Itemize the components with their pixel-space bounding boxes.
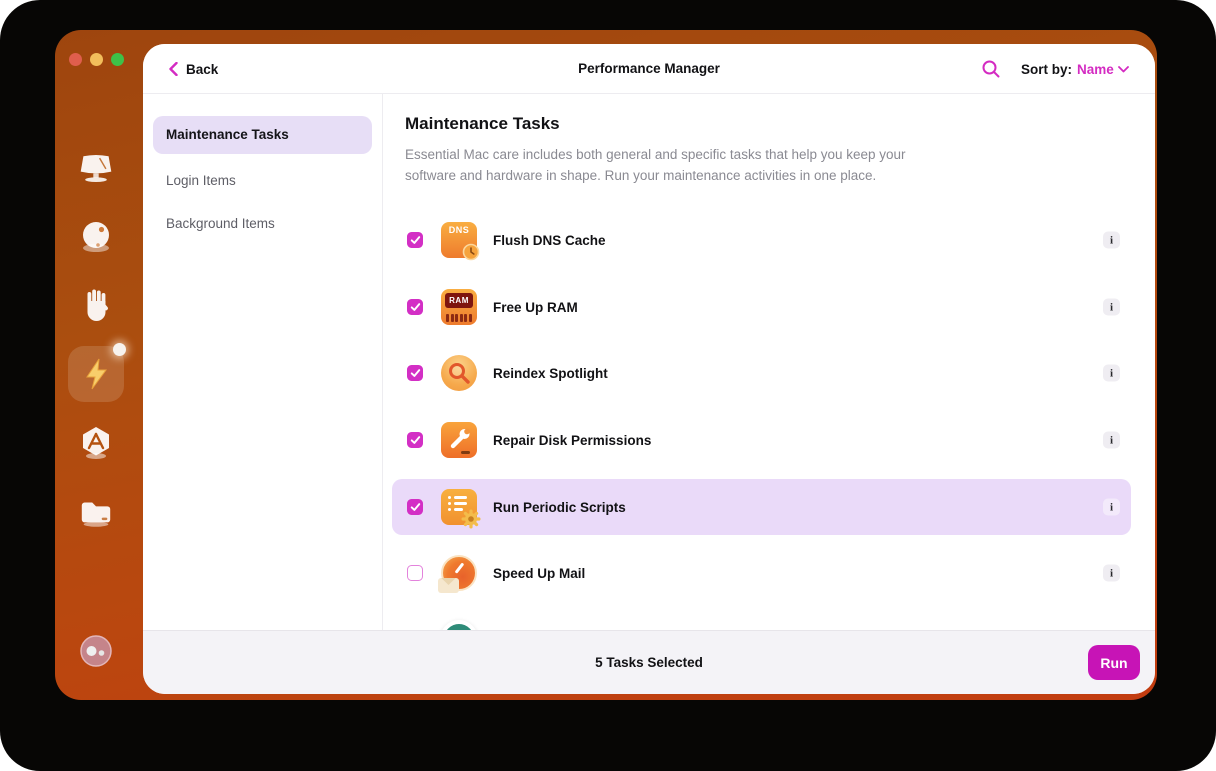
info-icon[interactable]: i — [1103, 299, 1120, 316]
info-icon[interactable]: i — [1103, 232, 1120, 249]
info-icon[interactable]: i — [1103, 432, 1120, 449]
tasks-selected-status: 5 Tasks Selected — [143, 631, 1155, 694]
folder-icon[interactable] — [78, 494, 114, 530]
task-label: Free Up RAM — [493, 300, 578, 315]
chevron-left-icon — [169, 62, 178, 76]
task-row[interactable]: Repair Disk Permissions i — [392, 412, 1131, 468]
chevron-down-icon — [1118, 66, 1129, 73]
task-list-area: Maintenance Tasks Essential Mac care inc… — [383, 94, 1155, 630]
nav-item-login-items[interactable]: Login Items — [143, 159, 382, 202]
dns-cache-icon: DNS — [441, 222, 477, 258]
task-checkbox[interactable] — [407, 299, 423, 315]
task-row[interactable]: Reindex Spotlight i — [392, 345, 1131, 401]
sort-dropdown[interactable]: Name — [1077, 62, 1129, 77]
task-label: Flush DNS Cache — [493, 233, 606, 248]
window-controls — [69, 53, 124, 66]
nav-item-maintenance-tasks[interactable]: Maintenance Tasks — [153, 116, 372, 154]
info-icon[interactable]: i — [1103, 565, 1120, 582]
notification-badge — [113, 343, 126, 356]
check-icon — [410, 502, 421, 512]
screen-background: Performance Manager Back Sort by: — [0, 0, 1216, 771]
applications-icon[interactable] — [78, 425, 114, 461]
task-row[interactable]: Speed Up Mail i — [392, 545, 1131, 601]
toolbar: Performance Manager Back Sort by: — [143, 44, 1155, 94]
close-button[interactable] — [69, 53, 82, 66]
minimize-button[interactable] — [90, 53, 103, 66]
back-button[interactable]: Back — [169, 44, 218, 94]
disk-permissions-icon — [441, 422, 477, 458]
lightning-icon[interactable] — [68, 346, 124, 402]
task-checkbox[interactable] — [407, 232, 423, 248]
hand-icon[interactable] — [78, 288, 114, 324]
zoom-button[interactable] — [111, 53, 124, 66]
section-nav: Maintenance Tasks Login Items Background… — [143, 94, 383, 630]
task-label: Repair Disk Permissions — [493, 433, 651, 448]
check-icon — [410, 235, 421, 245]
back-label: Back — [186, 62, 218, 77]
ram-icon: RAM — [441, 289, 477, 325]
content-heading: Maintenance Tasks — [405, 114, 560, 134]
assistant-icon[interactable] — [78, 633, 114, 669]
spotlight-icon — [441, 355, 477, 391]
task-checkbox[interactable] — [407, 432, 423, 448]
info-icon[interactable]: i — [1103, 365, 1120, 382]
sort-by-label: Sort by: — [1021, 62, 1072, 77]
sort-control: Sort by: Name — [1021, 44, 1129, 94]
task-checkbox[interactable] — [407, 365, 423, 381]
action-bar: 5 Tasks Selected Run — [143, 630, 1155, 694]
check-icon — [410, 435, 421, 445]
task-label: Reindex Spotlight — [493, 366, 608, 381]
check-icon — [410, 368, 421, 378]
run-button[interactable]: Run — [1088, 645, 1140, 680]
main-panel: Performance Manager Back Sort by: — [143, 44, 1155, 694]
content-description: Essential Mac care includes both general… — [405, 144, 910, 186]
app-window: Performance Manager Back Sort by: — [55, 30, 1157, 700]
task-checkbox[interactable] — [407, 499, 423, 515]
check-icon — [410, 302, 421, 312]
speed-up-mail-icon — [441, 555, 477, 591]
task-row[interactable]: RAM Free Up RAM i — [392, 279, 1131, 335]
sort-value: Name — [1077, 62, 1114, 77]
info-icon[interactable]: i — [1103, 499, 1120, 516]
periodic-scripts-icon — [441, 489, 477, 525]
task-label: Speed Up Mail — [493, 566, 585, 581]
search-icon[interactable] — [981, 59, 1003, 81]
task-row[interactable]: Run Periodic Scripts i — [392, 479, 1131, 535]
task-row[interactable]: DNS Flush DNS Cache i — [392, 212, 1131, 268]
desktop-icon[interactable] — [78, 150, 114, 186]
cleaning-ball-icon[interactable] — [78, 219, 114, 255]
page-title: Performance Manager — [143, 44, 1155, 94]
task-checkbox[interactable] — [407, 565, 423, 581]
task-label: Run Periodic Scripts — [493, 500, 626, 515]
nav-item-background-items[interactable]: Background Items — [143, 202, 382, 245]
